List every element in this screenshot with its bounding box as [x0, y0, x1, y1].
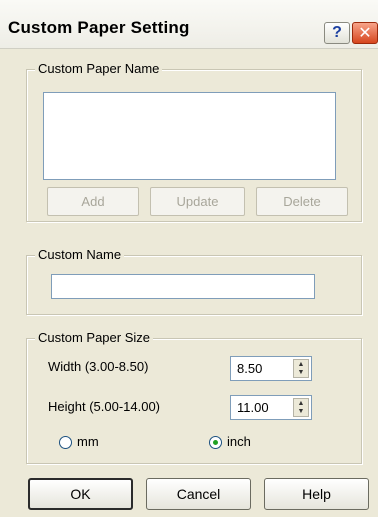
- dialog-title: Custom Paper Setting: [8, 18, 190, 37]
- width-spin-buttons[interactable]: ▲ ▼: [293, 359, 309, 378]
- custom-paper-name-group: Custom Paper Name Add Update Delete: [26, 61, 362, 222]
- custom-name-group: Custom Name: [26, 247, 362, 315]
- spin-up-icon[interactable]: ▲: [298, 361, 305, 368]
- delete-button[interactable]: Delete: [256, 187, 348, 216]
- custom-paper-size-group: Custom Paper Size Width (3.00-8.50) 8.50…: [26, 330, 362, 464]
- help-icon[interactable]: ?: [324, 22, 350, 44]
- ok-button[interactable]: OK: [28, 478, 133, 510]
- height-spin-buttons[interactable]: ▲ ▼: [293, 398, 309, 417]
- custom-name-field[interactable]: [51, 274, 315, 299]
- spin-down-icon[interactable]: ▼: [298, 408, 305, 415]
- width-stepper[interactable]: 8.50 ▲ ▼: [230, 356, 312, 381]
- height-stepper[interactable]: 11.00 ▲ ▼: [230, 395, 312, 420]
- inch-radio-label[interactable]: inch: [227, 434, 251, 449]
- add-button[interactable]: Add: [47, 187, 139, 216]
- custom-paper-size-legend: Custom Paper Size: [35, 330, 153, 345]
- update-button[interactable]: Update: [150, 187, 245, 216]
- custom-paper-name-legend: Custom Paper Name: [35, 61, 163, 76]
- close-icon[interactable]: ✕: [352, 22, 378, 44]
- width-value: 8.50: [237, 361, 263, 376]
- custom-name-legend: Custom Name: [35, 247, 125, 262]
- title-bar[interactable]: Custom Paper Setting ? ✕: [0, 0, 378, 49]
- width-label: Width (3.00-8.50): [48, 359, 149, 374]
- mm-radio-label[interactable]: mm: [77, 434, 99, 449]
- mm-radio[interactable]: [59, 436, 72, 449]
- spin-down-icon[interactable]: ▼: [298, 369, 305, 376]
- height-value: 11.00: [237, 400, 269, 415]
- custom-paper-name-list[interactable]: [43, 92, 336, 180]
- help-button[interactable]: Help: [264, 478, 369, 510]
- cancel-button[interactable]: Cancel: [146, 478, 251, 510]
- height-label: Height (5.00-14.00): [48, 399, 161, 414]
- inch-radio[interactable]: [209, 436, 222, 449]
- spin-up-icon[interactable]: ▲: [298, 400, 305, 407]
